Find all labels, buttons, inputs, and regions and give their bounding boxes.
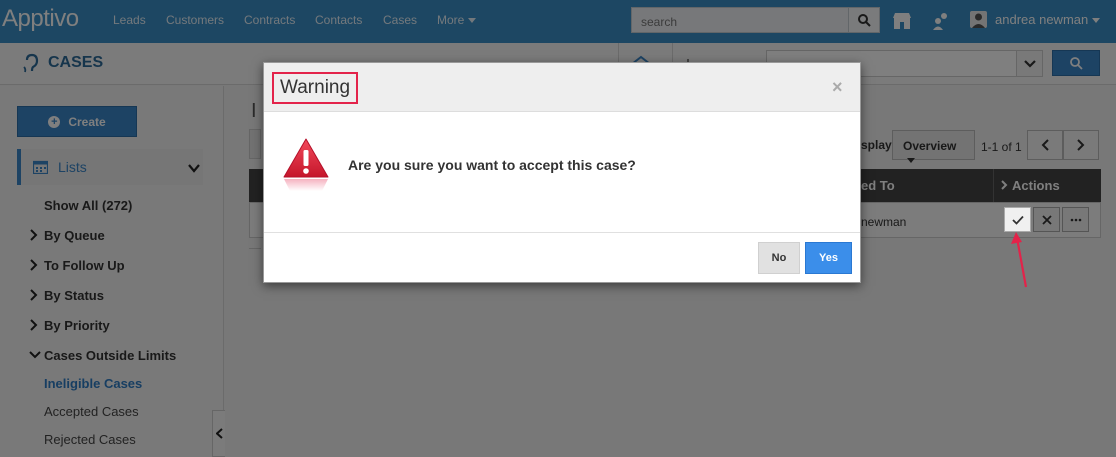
- no-button[interactable]: No: [758, 242, 800, 274]
- accept-case-button-highlight[interactable]: [1004, 207, 1031, 232]
- warning-triangle-icon: [283, 138, 329, 191]
- dialog-divider: [264, 232, 860, 233]
- yes-button[interactable]: Yes: [805, 242, 852, 274]
- checkmark-icon: [1011, 215, 1024, 225]
- annotation-arrow-icon: [1011, 232, 1028, 288]
- dialog-title: Warning: [272, 72, 359, 104]
- close-icon[interactable]: ×: [832, 77, 843, 98]
- dialog-message: Are you sure you want to accept this cas…: [348, 157, 636, 173]
- warning-dialog: Warning × Are you sure you want to accep…: [263, 62, 861, 283]
